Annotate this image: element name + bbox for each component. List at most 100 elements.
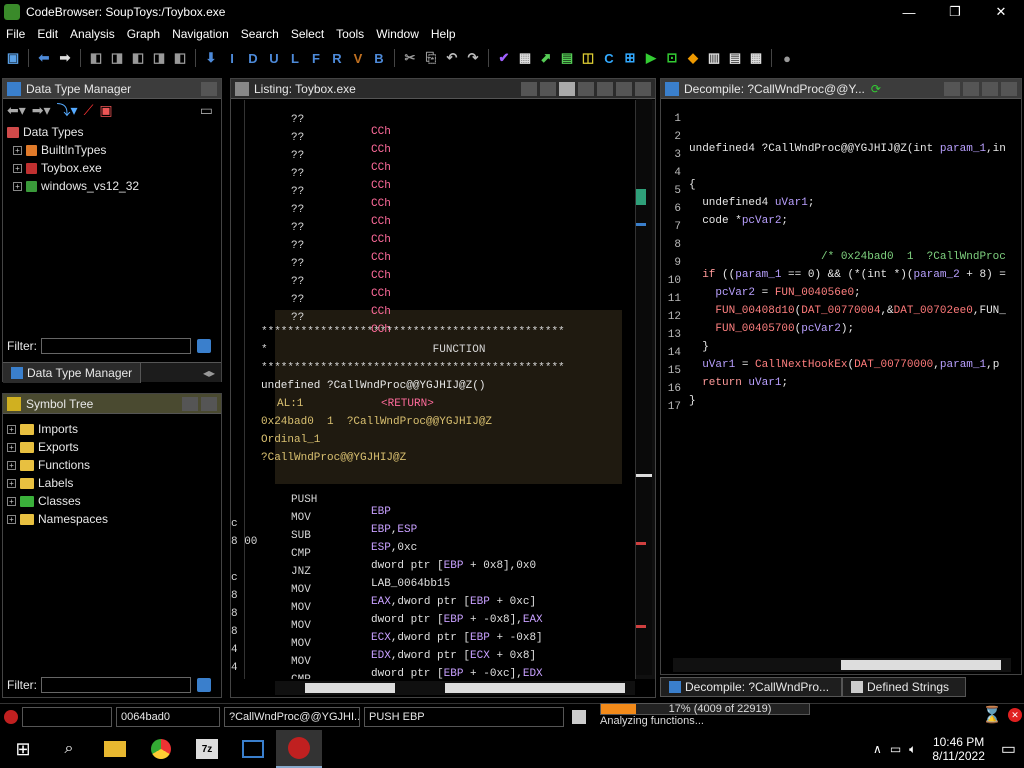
nav-label-button[interactable]: L: [286, 49, 304, 67]
decompiler-icon[interactable]: C: [600, 49, 618, 67]
decompile-line[interactable]: 6 code *pcVar2;: [661, 191, 1021, 227]
close-button[interactable]: ✕: [978, 0, 1024, 24]
function-header-line[interactable]: undefined ?CallWndProc@@YGJHIJ@Z(): [261, 380, 635, 398]
filter-options-icon[interactable]: [197, 678, 211, 692]
calc-icon[interactable]: ▦: [747, 49, 765, 67]
minimize-button[interactable]: —: [886, 0, 932, 24]
copy-icon[interactable]: [521, 81, 537, 96]
collapse-icon[interactable]: ▭: [200, 102, 213, 119]
filter-input[interactable]: [41, 677, 191, 693]
function-header-line[interactable]: 0x24bad0 1 ?CallWndProc@@YGJHIJ@Z: [261, 416, 635, 434]
listing-data-row[interactable]: ?? CCh: [231, 120, 635, 156]
menu-tools[interactable]: Tools: [330, 27, 370, 41]
7zip-icon[interactable]: 7z: [184, 730, 230, 768]
menu-graph[interactable]: Graph: [121, 27, 166, 41]
function-header-line[interactable]: ****************************************…: [261, 362, 635, 380]
listing-data-row[interactable]: ?? CCh: [231, 138, 635, 174]
expand-icon[interactable]: +: [7, 460, 16, 470]
nav-bookmark-button[interactable]: B: [370, 49, 388, 67]
decompile-horizontal-scrollbar[interactable]: [673, 658, 1011, 672]
chevron-up-icon[interactable]: ∧: [873, 742, 882, 756]
search-icon[interactable]: ⌕: [46, 730, 92, 768]
back-arrow-icon[interactable]: ⬅: [35, 49, 53, 67]
expand-icon[interactable]: +: [7, 496, 16, 506]
listing-data-row[interactable]: ?? CCh: [231, 228, 635, 264]
nav-value-button[interactable]: V: [349, 49, 367, 67]
nav-function-button[interactable]: F: [307, 49, 325, 67]
listing-data-row[interactable]: ?? CCh: [231, 282, 635, 318]
menu-search[interactable]: Search: [235, 27, 285, 41]
snapshot-icon[interactable]: [201, 396, 217, 411]
decompile-line[interactable]: 10 pcVar2 = FUN_004056e0;: [661, 263, 1021, 299]
tree-item-exports[interactable]: + Exports: [7, 438, 217, 456]
notifications-icon[interactable]: ▭: [1001, 739, 1016, 759]
options-icon[interactable]: [635, 81, 651, 96]
down-arrow-icon[interactable]: ⬇: [202, 49, 220, 67]
tab-data-type-manager[interactable]: Data Type Manager: [3, 362, 142, 383]
diamond-icon[interactable]: ◆: [684, 49, 702, 67]
chat-icon[interactable]: ●: [778, 49, 796, 67]
network-icon[interactable]: ▭: [890, 742, 901, 756]
tree-item-windows[interactable]: + windows_vs12_32: [7, 177, 217, 195]
decompile-line[interactable]: 15 return uVar1;: [661, 353, 1021, 389]
expand-icon[interactable]: +: [7, 478, 16, 488]
instruction-row[interactable]: c MOV EAX,dword ptr [EBP + 0xc]: [231, 560, 635, 608]
edit-icon[interactable]: [963, 81, 979, 96]
refresh-icon[interactable]: [182, 396, 198, 411]
scroll-thumb[interactable]: [445, 683, 625, 693]
nav-instruction-button[interactable]: I: [223, 49, 241, 67]
nav-undefined-button[interactable]: U: [265, 49, 283, 67]
tab-scroll-icon[interactable]: ◂▸: [203, 366, 215, 380]
volume-icon[interactable]: 🔈︎: [909, 742, 916, 757]
function-header-line[interactable]: ****************************************…: [261, 326, 635, 344]
instruction-row[interactable]: 8 MOV ECX,dword ptr [EBP + -0x8]: [231, 596, 635, 644]
nav-reference-button[interactable]: R: [328, 49, 346, 67]
refresh-icon[interactable]: ⟳: [871, 82, 881, 96]
script-manager-icon[interactable]: ⊡: [663, 49, 681, 67]
forward-arrow-icon[interactable]: ➡▾: [32, 102, 51, 119]
options-icon[interactable]: [1001, 81, 1017, 96]
terminal-icon[interactable]: [230, 730, 276, 768]
listing-data-row[interactable]: ?? CCh: [231, 264, 635, 300]
menu-window[interactable]: Window: [370, 27, 425, 41]
nav-undefined-icon[interactable]: ◨: [150, 49, 168, 67]
function-graph-icon[interactable]: ⬈: [537, 49, 555, 67]
clock[interactable]: 10:46 PM 8/11/2022: [932, 735, 985, 763]
decompile-line[interactable]: 9 if ((param_1 == 0) && (*(int *)(param_…: [661, 245, 1021, 281]
decompile-line[interactable]: 5 undefined4 uVar1;: [661, 173, 1021, 209]
nav-data-icon[interactable]: ◧: [129, 49, 147, 67]
copy-icon[interactable]: ⎘: [422, 49, 440, 67]
tree-item-functions[interactable]: + Functions: [7, 456, 217, 474]
menu-help[interactable]: Help: [425, 27, 462, 41]
chrome-icon[interactable]: [138, 730, 184, 768]
menu-navigation[interactable]: Navigation: [166, 27, 235, 41]
instruction-row[interactable]: 4 CMP dword ptr [EBP + -0xc],0x201: [231, 650, 635, 679]
snapshot-icon[interactable]: [616, 81, 632, 96]
listing-data-row[interactable]: ?? CCh: [231, 300, 635, 336]
run-script-icon[interactable]: ▶: [642, 49, 660, 67]
filter-input[interactable]: [41, 338, 191, 354]
decompile-line[interactable]: 14 uVar1 = CallNextHookEx(DAT_00770000,p…: [661, 335, 1021, 371]
decompile-line[interactable]: 12 FUN_00405700(pcVar2);: [661, 299, 1021, 335]
instruction-row[interactable]: PUSH EBP: [231, 470, 635, 518]
function-header-line[interactable]: Ordinal_1: [261, 434, 635, 452]
tree-item-imports[interactable]: + Imports: [7, 420, 217, 438]
decompile-line[interactable]: 8 /* 0x24bad0 1 ?CallWndProc: [661, 227, 1021, 263]
instruction-row[interactable]: MOV EBP,ESP: [231, 488, 635, 536]
function-header-line[interactable]: * FUNCTION: [261, 344, 635, 362]
filter-options-icon[interactable]: [197, 339, 211, 353]
listing-data-row[interactable]: ?? CCh: [231, 246, 635, 282]
decompile-line[interactable]: 7: [661, 209, 1021, 233]
redo-icon[interactable]: ↷: [464, 49, 482, 67]
function-header-line[interactable]: ?CallWndProc@@YGJHIJ@Z: [261, 452, 635, 470]
decompile-line[interactable]: 13 }: [661, 317, 1021, 353]
instruction-row[interactable]: 4 MOV dword ptr [EBP + -0xc],EDX: [231, 632, 635, 679]
cancel-task-icon[interactable]: ✕: [1008, 708, 1022, 722]
instruction-row[interactable]: 8 MOV EDX,dword ptr [ECX + 0x8]: [231, 614, 635, 662]
listing-data-row[interactable]: ?? CCh: [231, 192, 635, 228]
decompile-line[interactable]: 3: [661, 137, 1021, 161]
expand-icon[interactable]: +: [7, 424, 16, 434]
memory-map-icon[interactable]: ▤: [558, 49, 576, 67]
edit-icon[interactable]: [572, 710, 586, 724]
forward-arrow-icon[interactable]: ➡: [56, 49, 74, 67]
